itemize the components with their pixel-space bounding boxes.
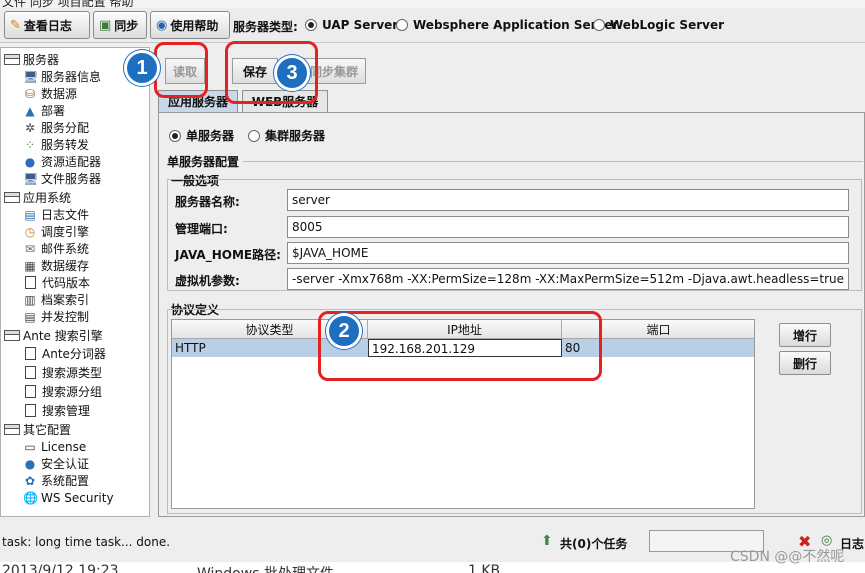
help-button[interactable]: ◉ 使用帮助 <box>150 11 230 39</box>
jvm-args-label: 虚拟机参数: <box>175 274 240 288</box>
radio-selected-icon <box>305 19 317 31</box>
radio-selected-icon <box>169 129 181 142</box>
admin-port-input[interactable]: 8005 <box>287 216 849 238</box>
tree-item-concurrency[interactable]: ▤ 并发控制 <box>23 308 89 325</box>
annotation-marker-1: 1 <box>124 50 160 86</box>
single-server-config-title: 单服务器配置 <box>167 155 240 169</box>
folder-icon <box>4 330 20 341</box>
log-file-icon: ▤ <box>24 207 36 222</box>
folder-icon <box>4 192 20 203</box>
task-icon: ⬆ <box>541 533 553 549</box>
radio-icon <box>248 129 261 142</box>
tree-item-deploy[interactable]: ▲ 部署 <box>23 102 65 119</box>
license-icon: ▭ <box>24 439 36 454</box>
concurrency-icon: ▤ <box>24 309 36 324</box>
radio-single-server[interactable]: 单服务器 <box>169 127 234 144</box>
tree-item-search-source-type[interactable]: 搜索源类型 <box>23 364 102 381</box>
menu-bar-cut: 文件 同步 项目配置 帮助 <box>0 0 865 8</box>
tree-group-ante[interactable]: Ante 搜索引擎 <box>4 327 103 344</box>
radio-cluster-server[interactable]: 集群服务器 <box>248 127 325 144</box>
datasource-icon: ⛁ <box>24 86 36 101</box>
tree-item-log-file[interactable]: ▤ 日志文件 <box>23 206 89 223</box>
tree-item-file-server[interactable]: 🖥 文件服务器 <box>23 170 101 187</box>
cache-icon: ▦ <box>24 258 36 273</box>
folder-icon <box>4 54 20 65</box>
annotation-box-read <box>154 42 208 98</box>
tree-item-code-version[interactable]: 代码版本 <box>23 274 90 291</box>
tree-item-server-info[interactable]: 🖥 服务器信息 <box>23 68 101 85</box>
annotation-marker-2: 2 <box>326 313 362 349</box>
delete-row-button[interactable]: 删行 <box>779 351 831 375</box>
java-home-label: JAVA_HOME路径: <box>175 248 281 262</box>
annotation-box-ip <box>318 311 602 381</box>
deploy-icon: ▲ <box>25 103 35 118</box>
admin-port-label: 管理端口: <box>175 222 228 236</box>
server-name-input[interactable]: server <box>287 189 849 211</box>
file-size: 1 KB <box>468 563 501 573</box>
navigation-tree: 服务器 🖥 服务器信息 ⛁ 数据源 ▲ 部署 ✲ 服务分配 ⁘ 服务转发 ● 资源适配器 🖥… <box>0 47 150 517</box>
tree-item-search-source-group[interactable]: 搜索源分组 <box>23 383 102 400</box>
tree-item-archive-index[interactable]: ▥ 档案索引 <box>23 291 89 308</box>
divider <box>243 161 863 162</box>
file-type: Windows 批处理文件 <box>197 563 334 573</box>
tree-item-datasource[interactable]: ⛁ 数据源 <box>23 85 77 102</box>
toolbar: ✎ 查看日志 ▣ 同步 ◉ 使用帮助 服务器类型: UAP Server Websph… <box>0 8 865 43</box>
watermark: CSDN @@不然呢 <box>730 549 845 565</box>
ws-security-icon: 🌐 <box>23 490 38 505</box>
add-row-button[interactable]: 增行 <box>779 323 831 347</box>
tree-item-ante-tokenizer[interactable]: Ante分词器 <box>23 345 106 362</box>
radio-icon <box>396 19 408 31</box>
tree-item-data-cache[interactable]: ▦ 数据缓存 <box>23 257 89 274</box>
folder-icon <box>4 424 20 435</box>
server-type-label: 服务器类型: <box>233 20 298 34</box>
annotation-marker-3: 3 <box>274 55 310 91</box>
sync-button[interactable]: ▣ 同步 <box>93 11 147 39</box>
server-name-label: 服务器名称: <box>175 195 240 209</box>
adapter-icon: ● <box>24 154 36 169</box>
tree-item-service-distribution[interactable]: ✲ 服务分配 <box>23 119 89 136</box>
radio-weblogic[interactable]: WebLogic Server <box>593 18 724 32</box>
java-home-input[interactable]: $JAVA_HOME <box>287 242 849 264</box>
file-date: 2013/9/12 19:23 <box>2 563 119 573</box>
sync-icon: ▣ <box>99 17 112 33</box>
server-mode: 单服务器 集群服务器 <box>169 127 339 144</box>
tree-item-resource-adapter[interactable]: ● 资源适配器 <box>23 153 101 170</box>
radio-icon <box>593 19 605 31</box>
forward-icon: ⁘ <box>24 137 36 152</box>
log-icon: ✎ <box>10 17 21 33</box>
tree-item-ws-security[interactable]: 🌐 WS Security <box>23 489 114 506</box>
doc-icon <box>25 347 36 360</box>
tree-item-security-auth[interactable]: ● 安全认证 <box>23 455 89 472</box>
radio-websphere[interactable]: Websphere Application Server <box>396 18 618 32</box>
config-icon: ✿ <box>24 473 36 488</box>
doc-icon <box>25 404 36 417</box>
tree-item-scheduler[interactable]: ◷ 调度引擎 <box>23 223 89 240</box>
jvm-args-input[interactable]: -server -Xmx768m -XX:PermSize=128m -XX:M… <box>287 268 849 290</box>
doc-icon <box>25 385 36 398</box>
tree-item-search-management[interactable]: 搜索管理 <box>23 402 90 419</box>
mail-icon: ✉ <box>24 241 36 256</box>
tree-group-app-system[interactable]: 应用系统 <box>4 189 71 206</box>
tree-item-system-config[interactable]: ✿ 系统配置 <box>23 472 89 489</box>
help-icon: ◉ <box>156 17 168 33</box>
tree-item-license[interactable]: ▭ License <box>23 438 86 455</box>
monitor-icon: 🖥 <box>23 69 39 84</box>
file-server-icon: 🖥 <box>23 171 39 186</box>
doc-icon <box>25 276 36 289</box>
security-icon: ● <box>24 456 36 471</box>
tree-group-other-config[interactable]: 其它配置 <box>4 421 71 438</box>
view-log-button[interactable]: ✎ 查看日志 <box>4 11 90 39</box>
distribution-icon: ✲ <box>24 120 36 135</box>
doc-icon <box>25 366 36 379</box>
tree-item-service-forward[interactable]: ⁘ 服务转发 <box>23 136 89 153</box>
tree-group-server[interactable]: 服务器 <box>4 51 59 68</box>
radio-uap-server[interactable]: UAP Server <box>305 18 398 32</box>
status-message: task: long time task... done. <box>2 535 171 549</box>
tree-item-mail[interactable]: ✉ 邮件系统 <box>23 240 89 257</box>
clock-icon: ◷ <box>24 224 36 239</box>
task-count[interactable]: 共(0)个任务 <box>560 535 627 552</box>
index-icon: ▥ <box>24 292 36 307</box>
